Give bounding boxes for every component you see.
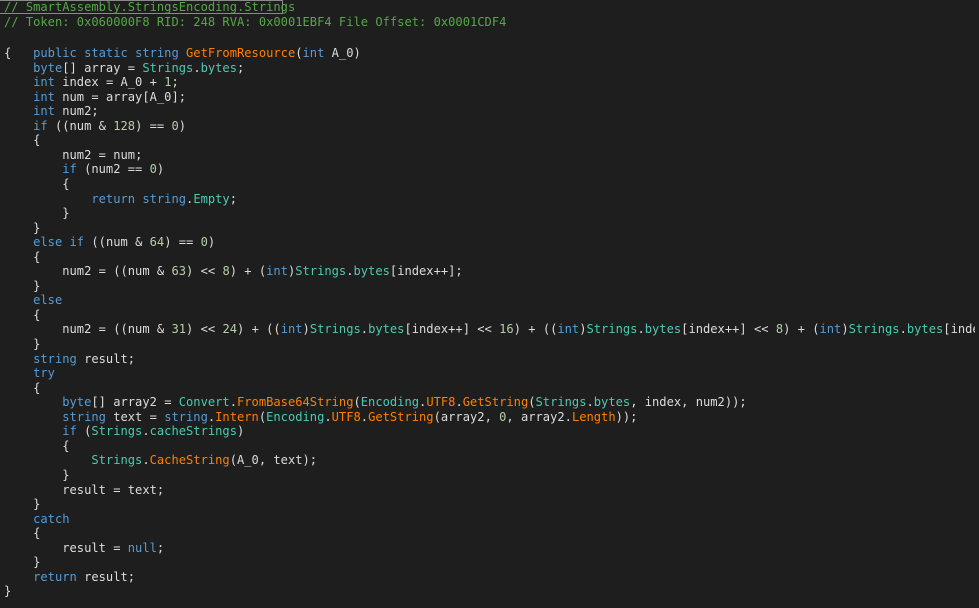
keyword-public: public bbox=[33, 46, 77, 60]
code-line[interactable]: int num = array[A_0]; bbox=[4, 90, 186, 105]
code-line[interactable]: result = text; bbox=[4, 483, 164, 498]
code-line[interactable]: catch bbox=[4, 512, 69, 527]
namespace-comment: // SmartAssembly.StringsEncoding.Strings bbox=[4, 0, 296, 14]
code-line[interactable]: byte[] array2 = Convert.FromBase64String… bbox=[4, 395, 746, 410]
code-line[interactable]: if (Strings.cacheStrings) bbox=[4, 424, 244, 439]
code-line[interactable]: else if ((num & 64) == 0) bbox=[4, 235, 215, 250]
code-line[interactable]: result = null; bbox=[4, 541, 164, 556]
code-editor[interactable]: // SmartAssembly.StringsEncoding.Strings… bbox=[0, 0, 979, 608]
code-line[interactable]: { bbox=[4, 46, 11, 61]
keyword-string: string bbox=[135, 46, 179, 60]
method-name[interactable]: GetFromResource bbox=[186, 46, 295, 60]
editor-edge bbox=[975, 0, 979, 608]
code-line[interactable]: num2 = ((num & 63) << 8) + (int)Strings.… bbox=[4, 264, 462, 279]
code-line[interactable]: { bbox=[4, 133, 40, 148]
code-line[interactable]: int index = A_0 + 1; bbox=[4, 75, 179, 90]
code-line[interactable]: return string.Empty; bbox=[4, 192, 237, 207]
code-line[interactable]: num2 = num; bbox=[4, 148, 142, 163]
code-line[interactable]: } bbox=[4, 555, 40, 570]
code-line[interactable]: if (num2 == 0) bbox=[4, 162, 164, 177]
code-line[interactable]: { bbox=[4, 308, 40, 323]
code-line[interactable]: num2 = ((num & 31) << 24) + ((int)String… bbox=[4, 322, 979, 337]
code-line[interactable]: } bbox=[4, 279, 40, 294]
code-line[interactable]: } bbox=[4, 221, 40, 236]
code-line[interactable]: byte[] array = Strings.bytes; bbox=[4, 61, 244, 76]
param-name: A_0 bbox=[324, 46, 354, 60]
code-line[interactable]: { bbox=[4, 381, 40, 396]
code-line[interactable]: string text = string.Intern(Encoding.UTF… bbox=[4, 410, 637, 425]
code-line[interactable]: { bbox=[4, 177, 69, 192]
code-line[interactable]: } bbox=[4, 497, 40, 512]
code-line[interactable]: } bbox=[4, 584, 11, 599]
code-line[interactable]: { bbox=[4, 439, 69, 454]
code-line[interactable]: } bbox=[4, 206, 69, 221]
code-line[interactable]: Strings.CacheString(A_0, text); bbox=[4, 453, 317, 468]
token-comment: // Token: 0x060000F8 RID: 248 RVA: 0x000… bbox=[4, 15, 507, 29]
code-line[interactable]: if ((num & 128) == 0) bbox=[4, 119, 186, 134]
code-line[interactable]: else bbox=[4, 293, 62, 308]
code-line[interactable]: { bbox=[4, 526, 40, 541]
code-line[interactable]: int num2; bbox=[4, 104, 99, 119]
keyword-static: static bbox=[84, 46, 128, 60]
code-line[interactable]: return result; bbox=[4, 570, 135, 585]
code-line[interactable]: { bbox=[4, 250, 40, 265]
code-line[interactable]: try bbox=[4, 366, 55, 381]
code-line[interactable]: string result; bbox=[4, 352, 135, 367]
code-line[interactable]: } bbox=[4, 337, 40, 352]
param-type: int bbox=[302, 46, 325, 60]
code-line[interactable]: } bbox=[4, 468, 69, 483]
method-signature[interactable]: public static string GetFromResource(int… bbox=[4, 31, 361, 60]
